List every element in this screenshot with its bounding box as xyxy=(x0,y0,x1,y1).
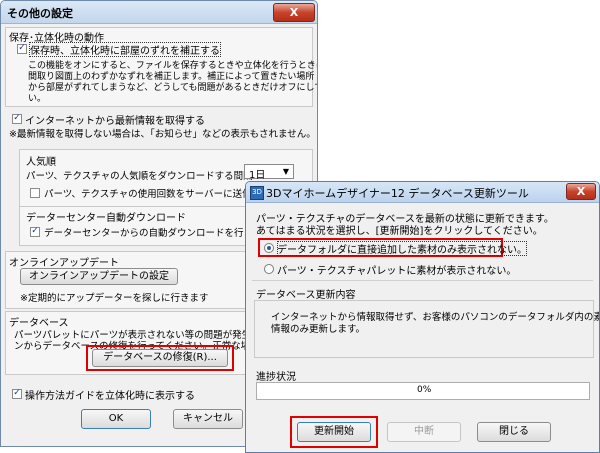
download-interval-value: 1日 xyxy=(249,170,266,181)
internet-info-note: ※最新情報を取得しない場合は、「お知らせ」などの表示もされません。 xyxy=(9,129,316,140)
app-icon: 3D xyxy=(250,186,264,200)
ok-button[interactable]: OK xyxy=(81,409,151,429)
correct-room-offset-checkbox[interactable] xyxy=(17,44,27,54)
progress-title: 進捗状況 xyxy=(256,372,296,383)
db-content-panel: インターネットから情報取得せず、お客様のパソコンのデータフォルダ内の素材 情報の… xyxy=(254,300,599,358)
divider xyxy=(252,280,593,281)
datacenter-group-title: データーセンター自動ダウンロード xyxy=(26,213,186,224)
option-palette-radio[interactable] xyxy=(264,264,274,274)
save-description-line-4: い。 xyxy=(28,94,47,104)
progress-bar: 0% xyxy=(256,382,590,400)
guide-checkbox[interactable] xyxy=(12,389,22,399)
online-update-note: ※定期的にアップデーターを探しに行きます xyxy=(20,293,209,304)
guide-checkbox-label[interactable]: 操作方法ガイドを立体化時に表示する xyxy=(25,387,195,402)
start-update-button[interactable]: 更新開始 xyxy=(297,422,371,442)
db-tool-close-button[interactable]: X xyxy=(566,183,596,200)
correct-room-offset-label[interactable]: 保存時、立体化時に部屋のずれを補正する xyxy=(29,42,221,57)
db-content-title: データベース更新内容 xyxy=(256,290,356,301)
online-update-settings-button[interactable]: オンラインアップデートの設定 xyxy=(20,268,178,285)
datacenter-auto-download-checkbox[interactable] xyxy=(30,227,40,237)
save-behavior-group: 保存･立体化時の動作 保存時、立体化時に部屋のずれを補正する この機能をオンにす… xyxy=(5,27,317,107)
db-intro-line-2: あてはまる状況を選択し、[更新開始]をクリックしてください。 xyxy=(256,226,543,237)
online-update-title: オンラインアップデート xyxy=(9,258,119,269)
popularity-download-label: パーツ、テクスチャの人気順をダウンロードする間隔 xyxy=(26,171,253,182)
interrupt-button: 中断 xyxy=(387,422,461,442)
progress-percent: 0% xyxy=(417,385,432,395)
chevron-down-icon: ▼ xyxy=(282,167,289,176)
save-description-line-3: から部屋がずれてしまうなど、どうしても問題があるときだけオフにしてくださ xyxy=(28,83,318,93)
send-usage-checkbox[interactable] xyxy=(30,188,40,198)
download-interval-select[interactable]: 1日 ▼ xyxy=(244,164,294,181)
database-repair-button[interactable]: データベースの修復(R)... xyxy=(92,349,228,367)
close-button[interactable]: 閉じる xyxy=(477,422,551,442)
option-data-folder-radio[interactable] xyxy=(264,243,274,253)
internet-info-checkbox[interactable] xyxy=(12,114,22,124)
db-update-tool-dialog: 3D 3Dマイホームデザイナー12 データベース更新ツール X パーツ・テクスチ… xyxy=(245,181,600,453)
db-tool-titlebar: 3D 3Dマイホームデザイナー12 データベース更新ツール X xyxy=(246,182,599,203)
send-usage-label[interactable]: パーツ、テクスチャの使用回数をサーバーに送信する xyxy=(44,186,271,200)
db-content-line-2: 情報のみ更新します。 xyxy=(271,324,366,335)
cancel-button[interactable]: キャンセル xyxy=(173,409,243,429)
option-data-folder-label[interactable]: データフォルダに直接追加した素材のみ表示されない。 xyxy=(277,241,527,256)
popularity-group-title: 人気順 xyxy=(26,157,56,168)
option-palette-label[interactable]: パーツ・テクスチャパレットに素材が表示されない。 xyxy=(277,262,516,277)
settings-dialog-titlebar: その他の設定 X xyxy=(1,1,317,24)
db-tool-title: 3Dマイホームデザイナー12 データベース更新ツール xyxy=(266,187,529,200)
settings-close-button[interactable]: X xyxy=(273,3,315,22)
settings-dialog-title: その他の設定 xyxy=(7,7,73,20)
datacenter-auto-download-label[interactable]: データーセンターからの自動ダウンロードを行う xyxy=(44,225,253,239)
internet-info-label[interactable]: インターネットから最新情報を取得する xyxy=(25,112,205,127)
